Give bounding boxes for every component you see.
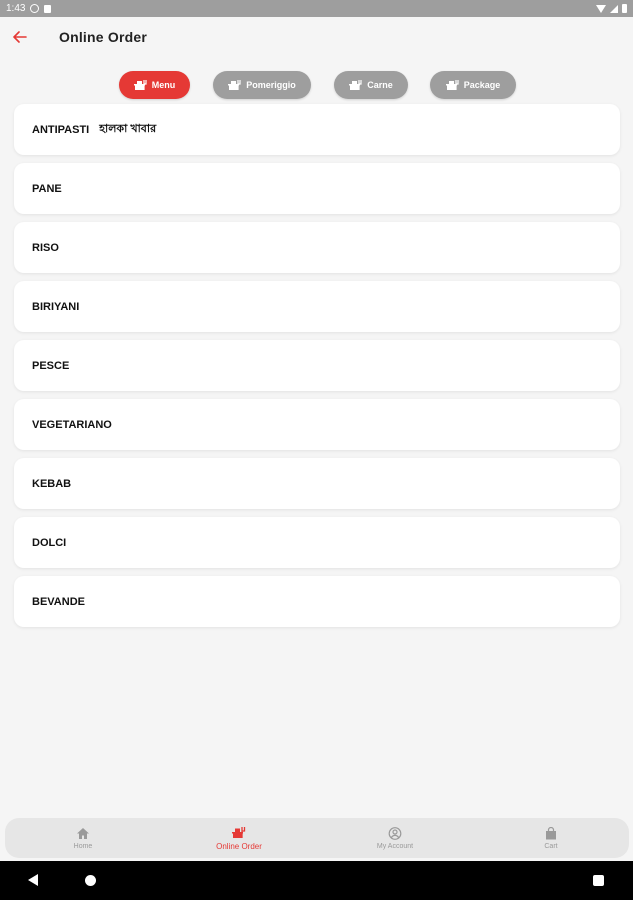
nav-my-account[interactable]: My Account (317, 818, 473, 858)
tab-carne[interactable]: Carne (334, 71, 408, 99)
category-label: ANTIPASTI (32, 123, 90, 136)
sim-icon (44, 4, 52, 13)
nav-online-order[interactable]: Online Order (161, 818, 317, 858)
signal-icon (610, 4, 618, 13)
nav-cart[interactable]: Cart (473, 818, 629, 858)
category-label: KEBAB (32, 477, 72, 490)
app-bar: Online Order (0, 17, 633, 57)
restaurant-icon (228, 80, 241, 90)
category-label: DOLCI (32, 536, 67, 549)
status-bar: 1:43 (0, 0, 633, 17)
wifi-icon (596, 4, 606, 13)
nav-home[interactable]: Home (5, 818, 161, 858)
category-label: PESCE (32, 359, 70, 372)
nav-label: Cart (544, 842, 558, 850)
category-bevande[interactable]: BEVANDE (14, 576, 620, 627)
category-pesce[interactable]: PESCE (14, 340, 620, 391)
account-icon (388, 826, 402, 840)
tab-menu[interactable]: Menu (119, 71, 190, 99)
category-antipasti[interactable]: ANTIPASTI হালকা খাবার (14, 104, 620, 155)
tab-label: Menu (151, 80, 176, 90)
order-icon (232, 826, 246, 838)
tab-label: Carne (367, 80, 393, 90)
restaurant-icon (133, 80, 147, 90)
bottom-nav: Home Online Order My Account Cart (5, 818, 629, 858)
category-label: PANE (32, 182, 62, 195)
system-nav-bar (0, 861, 633, 900)
nav-label: Online Order (216, 841, 262, 851)
home-icon (77, 827, 89, 839)
nav-label: Home (73, 842, 93, 850)
category-tabs: Menu Pomeriggio Carne Package (0, 71, 633, 99)
status-left: 1:43 (6, 3, 52, 14)
category-vegetariano[interactable]: VEGETARIANO (14, 399, 620, 450)
tab-label: Package (463, 80, 501, 90)
category-label: BIRIYANI (32, 300, 80, 313)
status-time: 1:43 (6, 3, 26, 14)
nav-label: My Account (376, 842, 414, 850)
tab-package[interactable]: Package (430, 71, 516, 99)
arrow-left-icon (13, 31, 27, 43)
category-biriyani[interactable]: BIRIYANI (14, 281, 620, 332)
page-title: Online Order (59, 29, 147, 45)
back-button[interactable] (9, 26, 31, 48)
restaurant-icon (349, 80, 362, 90)
status-right (596, 4, 627, 13)
cart-icon (546, 826, 556, 839)
system-recents-icon[interactable] (593, 875, 604, 886)
system-home-icon[interactable] (85, 875, 96, 886)
sync-icon (30, 4, 40, 13)
category-label: VEGETARIANO (32, 418, 112, 431)
tab-label: Pomeriggio (246, 80, 296, 90)
category-pane[interactable]: PANE (14, 163, 620, 214)
category-label: BEVANDE (32, 595, 85, 608)
restaurant-icon (445, 80, 459, 90)
system-back-icon[interactable] (28, 874, 38, 886)
category-label: RISO (32, 241, 59, 254)
category-dolci[interactable]: DOLCI (14, 517, 620, 568)
category-list: ANTIPASTI হালকা খাবার PANE RISO BIRIYANI… (14, 104, 620, 635)
category-riso[interactable]: RISO (14, 222, 620, 273)
category-sublabel: হালকা খাবার (99, 123, 157, 135)
battery-icon (622, 4, 627, 13)
category-kebab[interactable]: KEBAB (14, 458, 620, 509)
tab-pomeriggio[interactable]: Pomeriggio (213, 71, 311, 99)
